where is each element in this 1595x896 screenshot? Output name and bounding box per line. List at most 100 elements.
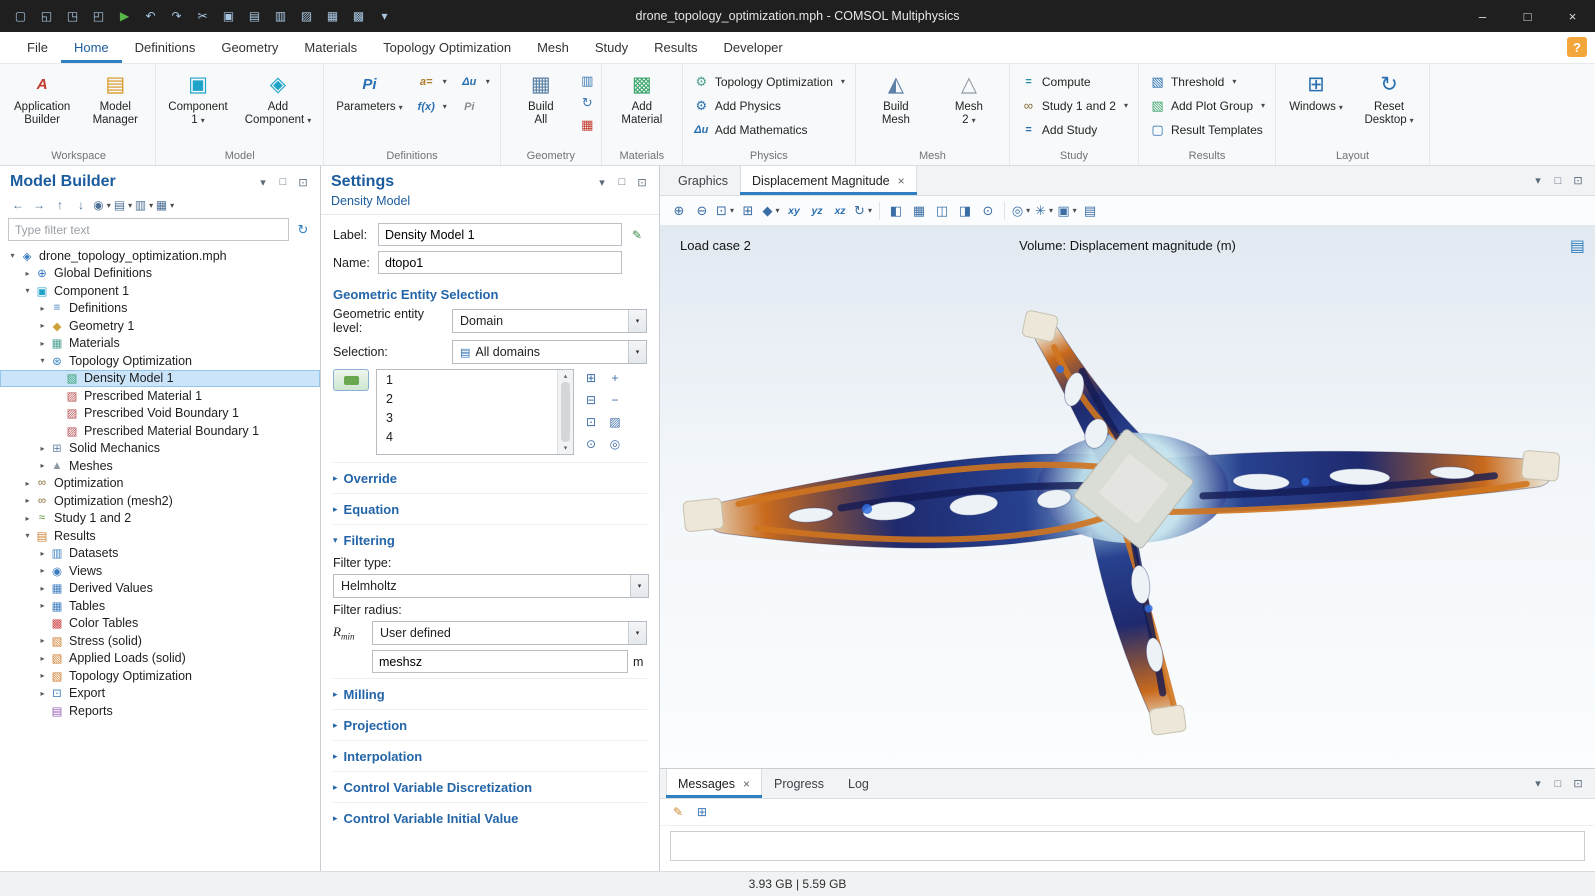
tree-node-meshes[interactable]: ▸▲Meshes — [0, 457, 320, 475]
section-control-variable-discretization[interactable]: ▸Control Variable Discretization — [333, 771, 647, 800]
menu-tab-home[interactable]: Home — [61, 32, 122, 63]
zoom-in-icon[interactable]: ⊕ — [668, 200, 690, 222]
pin-panel-icon[interactable]: ⊡ — [1569, 776, 1587, 792]
tree-expander-icon[interactable]: ▾ — [6, 251, 19, 260]
ribbon-button-build-all[interactable]: ▦Build All — [506, 67, 576, 129]
ribbon-button-topology-optimization[interactable]: ⚙Topology Optimization▾ — [688, 70, 850, 93]
tree-node-materials[interactable]: ▸▦Materials — [0, 335, 320, 353]
measure-icon[interactable]: ▦ — [579, 114, 596, 135]
tree-filter-input[interactable] — [8, 218, 289, 241]
scroll-down-icon[interactable]: ▾ — [564, 444, 568, 452]
show-grid-icon[interactable]: ▦ — [908, 200, 930, 222]
tree-expander-icon[interactable]: ▸ — [36, 636, 49, 645]
default-view-icon[interactable]: ◆▾ — [760, 200, 782, 222]
tree-expander-icon[interactable]: ▸ — [36, 601, 49, 610]
split-view-icon[interactable]: ◫ — [931, 200, 953, 222]
tree-node-prescribed-material-boundary-1[interactable]: ▨Prescribed Material Boundary 1 — [0, 422, 320, 440]
section-control-variable-initial-value[interactable]: ▸Control Variable Initial Value — [333, 802, 647, 831]
zoom-box-icon[interactable]: ⊡▾ — [714, 200, 736, 222]
menu-tab-developer[interactable]: Developer — [710, 32, 795, 63]
tree-node-component-1[interactable]: ▾▣Component 1 — [0, 282, 320, 300]
node-label-icon[interactable]: ▤▾ — [113, 195, 133, 215]
tree-expander-icon[interactable]: ▾ — [36, 356, 49, 365]
tree-expander-icon[interactable]: ▸ — [36, 304, 49, 313]
ribbon-button-variables-icon[interactable]: a=▾ — [413, 70, 452, 93]
menu-tab-topology-optimization[interactable]: Topology Optimization — [370, 32, 524, 63]
domain-list-scrollbar[interactable]: ▴ ▾ — [557, 370, 573, 454]
new-file-icon[interactable]: ▢ — [8, 5, 33, 27]
color-legend-icon[interactable]: ▤ — [1570, 236, 1585, 256]
paste-icon[interactable]: ▤ — [242, 5, 267, 27]
ribbon-button-add-study[interactable]: =Add Study — [1015, 118, 1133, 141]
node-order-icon[interactable]: ▥▾ — [134, 195, 154, 215]
tree-node-topology-optimization[interactable]: ▸▧Topology Optimization — [0, 667, 320, 685]
tab-graphics[interactable]: Graphics — [666, 166, 740, 195]
entity-level-select[interactable]: Domain ▾ — [452, 309, 647, 333]
tree-node-prescribed-void-boundary-1[interactable]: ▨Prescribed Void Boundary 1 — [0, 405, 320, 423]
lock-view-icon[interactable]: ⊙ — [977, 200, 999, 222]
domain-list-item[interactable]: 1 — [377, 371, 557, 390]
ribbon-button-add-plot-group[interactable]: ▧Add Plot Group▾ — [1144, 94, 1270, 117]
tree-node-stress-solid[interactable]: ▸▧Stress (solid) — [0, 632, 320, 650]
section-interpolation[interactable]: ▸Interpolation — [333, 740, 647, 769]
save-icon[interactable]: ◳ — [60, 5, 85, 27]
ribbon-button-study-1-and-2[interactable]: ∞Study 1 and 2▾ — [1015, 94, 1133, 117]
tree-expander-icon[interactable]: ▸ — [36, 461, 49, 470]
help-button[interactable]: ? — [1567, 37, 1587, 57]
selection-icon[interactable]: ◎▾ — [1010, 200, 1032, 222]
cut-icon[interactable]: ✂ — [190, 5, 215, 27]
ribbon-button-nonlocal-couplings-icon[interactable]: Δu▾ — [456, 70, 495, 93]
tree-expander-icon[interactable]: ▸ — [21, 496, 34, 505]
tree-node-drone-topology-optimization-mph[interactable]: ▾◈drone_topology_optimization.mph — [0, 247, 320, 265]
tree-node-study-1-and-2[interactable]: ▸≈Study 1 and 2 — [0, 510, 320, 528]
update-geometry-icon[interactable]: ↻ — [579, 92, 596, 113]
xy-view-icon[interactable]: xy — [783, 200, 805, 222]
show-options-icon[interactable]: ◉▾ — [92, 195, 112, 215]
undo-icon[interactable]: ↶ — [138, 5, 163, 27]
tree-expander-icon[interactable]: ▸ — [36, 566, 49, 575]
tree-node-global-definitions[interactable]: ▸⊕Global Definitions — [0, 265, 320, 283]
ribbon-button-result-templates[interactable]: ▢Result Templates — [1144, 118, 1270, 141]
close-button[interactable]: × — [1550, 0, 1595, 32]
tree-node-datasets[interactable]: ▸▥Datasets — [0, 545, 320, 563]
zoom-extents-icon[interactable]: ⊞ — [737, 200, 759, 222]
tree-node-topology-optimization[interactable]: ▾⊛Topology Optimization — [0, 352, 320, 370]
section-override[interactable]: ▸Override — [333, 462, 647, 491]
tree-expander-icon[interactable]: ▸ — [21, 479, 34, 488]
ribbon-button-add-mathematics[interactable]: ΔuAdd Mathematics — [688, 118, 850, 141]
float-panel-icon[interactable]: □ — [1549, 776, 1567, 792]
tree-node-color-tables[interactable]: ▩Color Tables — [0, 615, 320, 633]
clear-selection-icon[interactable]: ▨ — [605, 413, 625, 431]
tree-node-optimization[interactable]: ▸∞Optimization — [0, 475, 320, 493]
forward-icon[interactable]: → — [29, 195, 49, 215]
copy-messages-icon[interactable]: ⊞ — [692, 802, 712, 822]
minimize-button[interactable]: – — [1460, 0, 1505, 32]
remove-selection-icon[interactable]: − — [605, 391, 625, 409]
tree-expander-icon[interactable]: ▸ — [21, 269, 34, 278]
tab-displacement-magnitude[interactable]: Displacement Magnitude× — [740, 166, 917, 195]
selection-active-toggle[interactable] — [333, 369, 369, 391]
add-selection-icon[interactable]: + — [605, 369, 625, 387]
menu-tab-study[interactable]: Study — [582, 32, 641, 63]
maximize-button[interactable]: □ — [1505, 0, 1550, 32]
rotate-view-icon[interactable]: ↻▾ — [852, 200, 874, 222]
move-down-icon[interactable]: ↓ — [71, 195, 91, 215]
move-up-icon[interactable]: ↑ — [50, 195, 70, 215]
zoom-to-selection-icon[interactable]: ⊙ — [581, 435, 601, 453]
tree-node-export[interactable]: ▸⊡Export — [0, 685, 320, 703]
tree-expander-icon[interactable]: ▸ — [21, 514, 34, 523]
tab-messages[interactable]: Messages× — [666, 769, 762, 798]
tree-expander-icon[interactable]: ▾ — [21, 531, 34, 540]
menu-tab-geometry[interactable]: Geometry — [208, 32, 291, 63]
domain-list-item[interactable]: 2 — [377, 390, 557, 409]
import-geometry-icon[interactable]: ▥ — [579, 70, 596, 91]
yz-view-icon[interactable]: yz — [806, 200, 828, 222]
float-panel-icon[interactable]: □ — [613, 174, 631, 190]
tree-node-derived-values[interactable]: ▸▦Derived Values — [0, 580, 320, 598]
ribbon-button-build-mesh[interactable]: ◭Build Mesh — [861, 67, 931, 129]
label-field[interactable] — [378, 223, 622, 246]
selection-select[interactable]: ▤ All domains ▾ — [452, 340, 647, 364]
ribbon-button-compute[interactable]: =Compute — [1015, 70, 1133, 93]
section-filtering[interactable]: ▾ Filtering — [333, 524, 647, 553]
close-tab-icon[interactable]: × — [898, 174, 905, 188]
